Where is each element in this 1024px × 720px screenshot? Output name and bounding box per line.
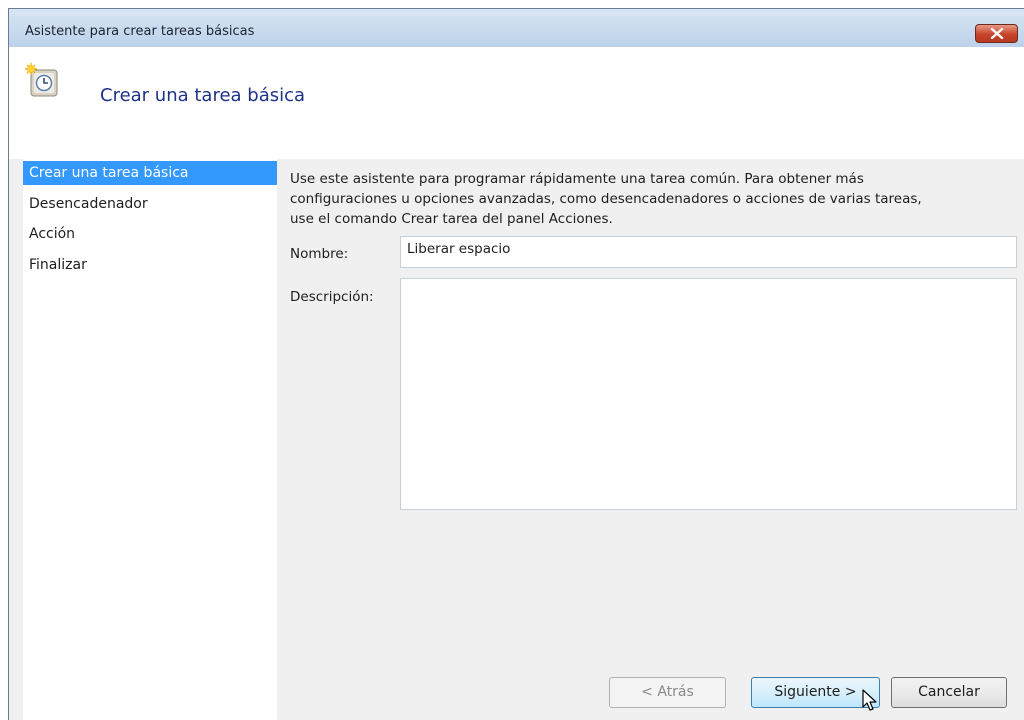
intro-line: Use este asistente para programar rápida… bbox=[290, 171, 864, 187]
close-icon bbox=[990, 28, 1004, 39]
next-button[interactable]: Siguiente > bbox=[751, 677, 880, 708]
step-action[interactable]: Acción bbox=[23, 222, 277, 246]
description-label: Descripción: bbox=[290, 289, 374, 305]
scheduled-task-icon bbox=[25, 63, 58, 97]
name-label: Nombre: bbox=[290, 246, 349, 262]
step-trigger[interactable]: Desencadenador bbox=[23, 192, 277, 216]
window-title: Asistente para crear tareas básicas bbox=[25, 24, 255, 39]
description-input[interactable] bbox=[400, 278, 1017, 510]
wizard-window: Asistente para crear tareas básicas Crea… bbox=[8, 8, 1024, 720]
back-button[interactable]: < Atrás bbox=[609, 677, 726, 708]
name-input[interactable]: Liberar espacio bbox=[400, 236, 1017, 268]
close-button[interactable] bbox=[975, 24, 1018, 43]
title-bar[interactable]: Asistente para crear tareas básicas bbox=[9, 9, 1024, 47]
cancel-button[interactable]: Cancelar bbox=[891, 677, 1007, 708]
step-finish[interactable]: Finalizar bbox=[23, 253, 277, 277]
intro-text: Use este asistente para programar rápida… bbox=[290, 169, 1015, 229]
step-create-basic-task[interactable]: Crear una tarea básica bbox=[23, 161, 277, 185]
page-title: Crear una tarea básica bbox=[100, 85, 306, 106]
intro-line: configuraciones u opciones avanzadas, co… bbox=[290, 191, 922, 207]
wizard-steps: Crear una tarea básica Desencadenador Ac… bbox=[23, 159, 277, 720]
mouse-cursor-icon bbox=[862, 689, 877, 711]
wizard-header: Crear una tarea básica bbox=[9, 47, 1024, 159]
intro-line: use el comando Crear tarea del panel Acc… bbox=[290, 211, 613, 227]
